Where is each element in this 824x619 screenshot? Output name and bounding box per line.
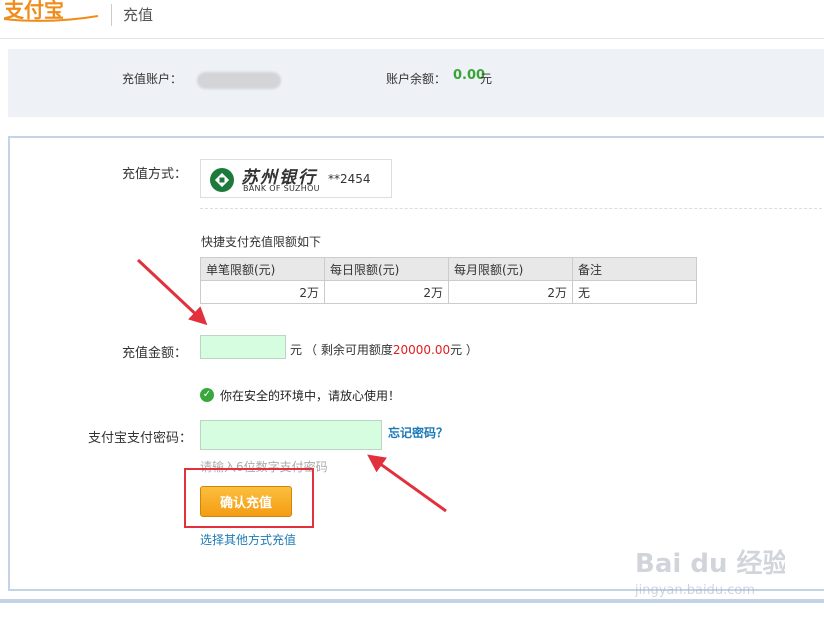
limit-header-monthly: 每月限额(元) — [448, 257, 573, 281]
bank-card-selector[interactable]: 苏州银行 BANK OF SUZHOU **2454 — [200, 159, 392, 198]
balance-unit: 元 — [480, 72, 493, 86]
limit-header-single: 单笔限额(元) — [200, 257, 325, 281]
available-suffix: 元 ） — [450, 343, 478, 357]
header-divider — [111, 4, 112, 26]
svg-text:Bai du 经验: Bai du 经验 — [635, 548, 785, 579]
amount-unit: 元 — [290, 343, 303, 357]
limit-title: 快捷支付充值限额如下 — [201, 235, 322, 249]
footer-rule — [0, 599, 824, 603]
alipay-logo: 支付宝 — [3, 0, 99, 22]
available-quota: （ 剩余可用额度20000.00元 ） — [305, 341, 478, 358]
baidu-jingyan-watermark: Bai du 经验 jingyan.baidu.com — [635, 548, 785, 598]
svg-text:支付宝: 支付宝 — [4, 0, 64, 22]
password-label: 支付宝支付密码： — [88, 431, 193, 446]
limit-cell-daily: 2万 — [324, 280, 449, 304]
account-label: 充值账户： — [122, 72, 183, 86]
payment-password-input[interactable] — [200, 420, 382, 450]
limit-table: 单笔限额(元) 每日限额(元) 每月限额(元) 备注 2万 2万 2万 无 — [200, 257, 697, 304]
balance-label: 账户余额： — [386, 72, 447, 86]
limit-cell-single: 2万 — [200, 280, 325, 304]
bank-name-en: BANK OF SUZHOU — [243, 184, 320, 193]
available-value: 20000.00 — [392, 343, 451, 357]
card-tail-number: **2454 — [328, 172, 371, 186]
check-circle-icon: ✓ — [200, 388, 214, 402]
available-prefix: （ 剩余可用额度 — [305, 343, 393, 357]
limit-cell-note: 无 — [572, 280, 697, 304]
account-name-redacted — [197, 72, 281, 89]
other-methods-link[interactable]: 选择其他方式充值 — [200, 531, 296, 548]
recharge-form-panel — [8, 136, 824, 591]
method-label: 充值方式： — [122, 167, 188, 182]
forgot-password-link[interactable]: 忘记密码？ — [388, 424, 448, 441]
page-title: 充值 — [123, 6, 154, 24]
bank-of-suzhou-icon — [210, 168, 234, 192]
limit-header-daily: 每日限额(元) — [324, 257, 449, 281]
section-divider — [200, 208, 822, 209]
confirm-recharge-button[interactable]: 确认充值 — [200, 486, 292, 517]
amount-label: 充值金额： — [122, 346, 188, 361]
amount-input[interactable] — [200, 335, 286, 359]
header-rule — [0, 38, 824, 39]
security-message: 你在安全的环境中，请放心使用！ — [220, 389, 401, 403]
limit-header-note: 备注 — [572, 257, 697, 281]
limit-cell-monthly: 2万 — [448, 280, 573, 304]
svg-text:jingyan.baidu.com: jingyan.baidu.com — [635, 583, 755, 598]
